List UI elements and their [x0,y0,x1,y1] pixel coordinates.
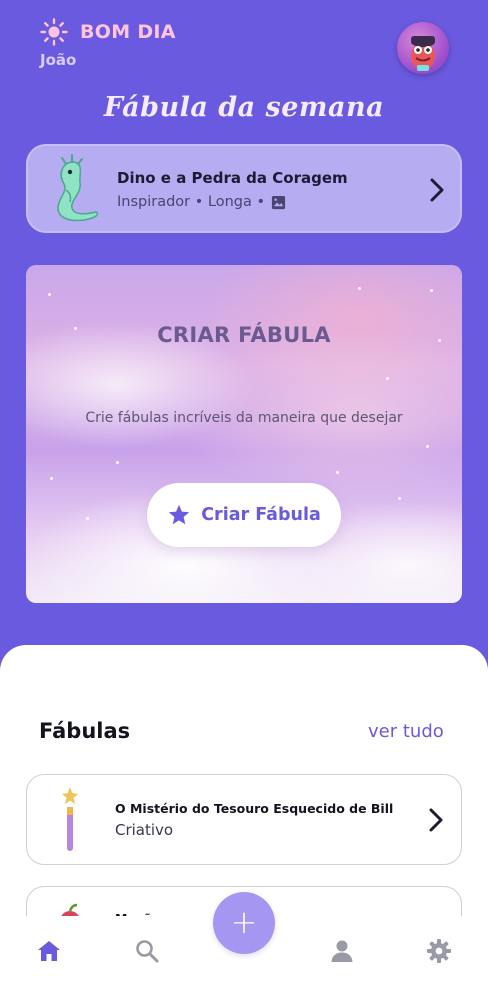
settings-icon[interactable] [426,938,452,964]
avatar-illustration [411,36,435,71]
chevron-right-icon[interactable] [427,807,445,833]
sparkle [336,471,339,474]
sparkle [50,477,53,480]
sparkle [86,517,89,520]
image-icon [271,195,286,209]
sparkle [398,497,401,500]
sparkle [426,445,429,448]
create-fable-title: CRIAR FÁBULA [157,323,331,347]
sparkle [358,287,361,290]
fable-category: Criativo [115,821,174,839]
sparkle [386,377,389,380]
magic-wand-icon [62,787,78,851]
search-icon[interactable] [134,938,160,964]
dino-illustration [57,154,99,222]
see-all-link[interactable]: ver tudo [368,721,444,742]
sun-icon [40,18,68,46]
avatar[interactable] [397,22,449,74]
create-fable-button[interactable]: Criar Fábula [147,483,341,547]
fables-section-title: Fábulas [39,719,131,743]
home-icon[interactable] [36,938,62,964]
sparkle [430,289,433,292]
week-fable-card[interactable]: Dino e a Pedra da Coragem Inspirador • L… [26,144,462,233]
greeting-text: BOM DIA [80,21,176,43]
sparkle [116,461,119,464]
star-icon [169,504,190,525]
profile-icon[interactable] [329,938,355,964]
app-screen: BOM DIA João Fábula da semana Dino e a P… [0,0,488,1000]
user-name: João [40,51,77,69]
week-fable-meta: Inspirador • Longa • [117,194,286,210]
add-fable-button[interactable]: + [213,892,275,954]
create-fable-card: CRIAR FÁBULA Crie fábulas incríveis da m… [26,265,462,603]
fable-list-item[interactable]: O Mistério do Tesouro Esquecido de Bill … [26,774,462,865]
create-fable-button-label: Criar Fábula [201,505,321,525]
create-fable-subtitle: Crie fábulas incríveis da maneira que de… [85,410,403,426]
greeting-row: BOM DIA [40,18,176,46]
chevron-right-icon[interactable] [428,177,446,203]
sparkle [48,293,51,296]
week-section-title: Fábula da semana [103,92,385,123]
add-icon: + [230,902,258,941]
week-fable-meta-text: Inspirador • Longa • [117,194,266,210]
fable-title: O Mistério do Tesouro Esquecido de Bill [115,801,394,816]
week-fable-title: Dino e a Pedra da Coragem [117,169,348,187]
